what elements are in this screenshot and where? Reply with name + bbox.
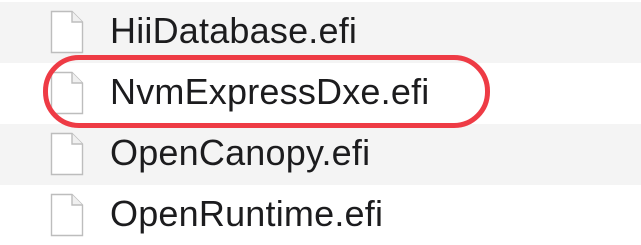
file-row-opencanopy[interactable]: OpenCanopy.efi xyxy=(0,124,641,185)
file-name: HiiDatabase.efi xyxy=(110,10,358,51)
document-icon xyxy=(50,10,84,54)
file-name: OpenRuntime.efi xyxy=(110,193,384,234)
document-icon xyxy=(50,71,84,115)
file-name: OpenCanopy.efi xyxy=(110,132,371,173)
file-row-hiidatabase[interactable]: HiiDatabase.efi xyxy=(0,2,641,63)
file-row-nvmexpressdxe[interactable]: NvmExpressDxe.efi xyxy=(0,63,641,124)
document-icon xyxy=(50,132,84,176)
document-icon xyxy=(50,193,84,237)
file-row-openruntime[interactable]: OpenRuntime.efi xyxy=(0,185,641,245)
file-list: HiiDatabase.efi NvmExpressDxe.efi OpenCa… xyxy=(0,0,641,245)
file-name: NvmExpressDxe.efi xyxy=(110,71,430,112)
